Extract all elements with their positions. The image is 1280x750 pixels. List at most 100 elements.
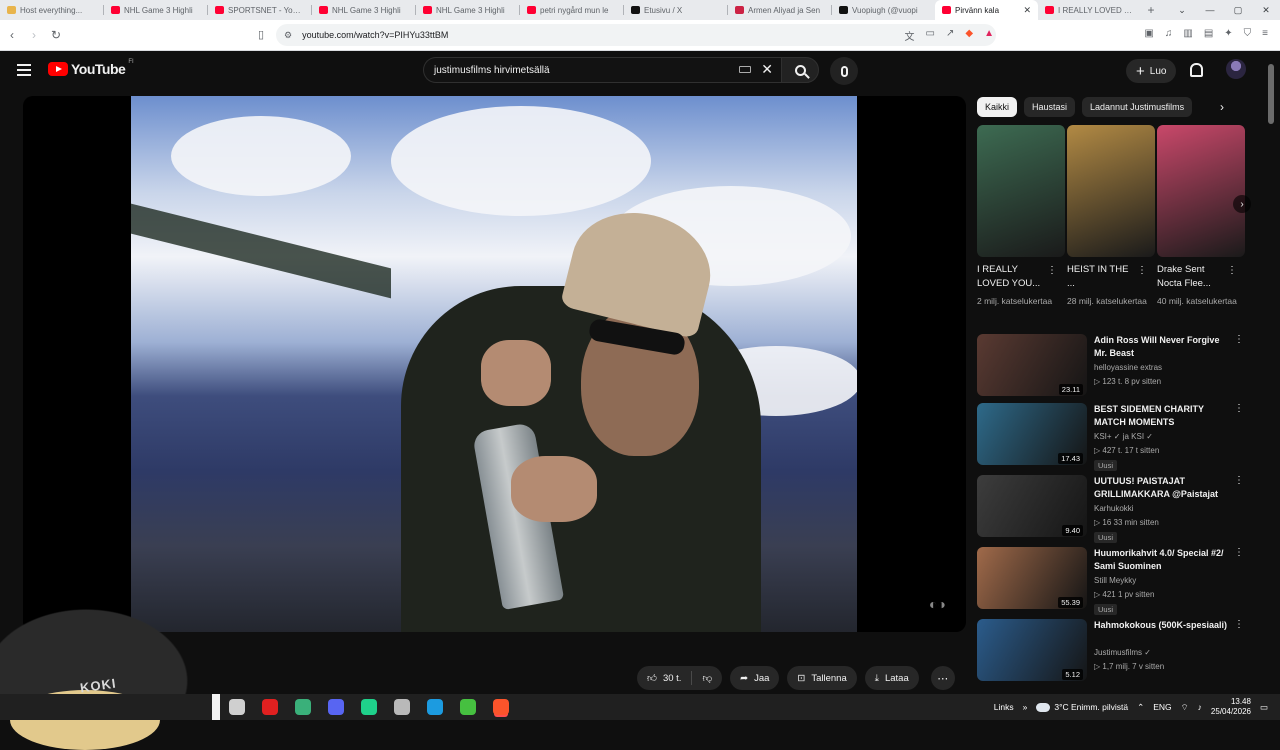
browser-tab[interactable]: NHL Game 3 Highli [416, 0, 519, 20]
network-icon[interactable]: ⌔ [1181, 702, 1189, 713]
shield-icon[interactable] [394, 699, 410, 715]
video-title[interactable]: BEST SIDEMEN CHARITY MATCH MOMENTS [1094, 403, 1229, 429]
recommended-video[interactable]: 23.11 Adin Ross Will Never Forgive Mr. Be… [977, 334, 1257, 398]
more-options-icon[interactable]: ⋮ [1234, 334, 1244, 345]
chip-next-icon[interactable]: › [1220, 100, 1224, 114]
page-scrollbar[interactable] [1268, 60, 1274, 680]
volume-icon[interactable]: ♪ [1198, 702, 1202, 712]
more-options-icon[interactable]: ⋮ [1047, 265, 1057, 276]
close-window-button[interactable]: ✕ [1252, 5, 1280, 16]
scrollbar-thumb[interactable] [1268, 64, 1274, 124]
clock[interactable]: 13.48 25/04/2026 [1211, 697, 1251, 717]
avatar[interactable] [1226, 59, 1246, 79]
recommended-video[interactable]: 5.12 Hahmokokous (500K-spesiaali) Justimus… [977, 619, 1257, 683]
channel-name[interactable]: Justimusfilms ✓ [1094, 648, 1151, 657]
channel-name[interactable]: helloyassine extras [1094, 363, 1162, 372]
back-button[interactable]: ‹ [2, 28, 22, 42]
video-title[interactable]: Huumorikahvit 4.0/ Special #2/ Sami Suom… [1094, 547, 1229, 573]
short-card[interactable]: HEIST IN THE ... 28 milj. katselukertaa ⋮ [1067, 125, 1155, 306]
tab-search-icon[interactable]: ⌄ [1168, 5, 1196, 16]
address-bar[interactable]: ⚙ youtube.com/watch?v=PIHYu33ttBM [276, 24, 996, 46]
short-card[interactable]: I REALLY LOVED YOU... 2 milj. katselukert… [977, 125, 1065, 306]
short-thumbnail[interactable] [977, 125, 1065, 257]
vpn-icon[interactable]: ⛉ [1244, 28, 1252, 39]
menu-icon[interactable]: ≡ [1262, 28, 1268, 39]
new-tab-button[interactable]: + [1141, 3, 1161, 17]
youtube-logo[interactable]: YouTube FI [48, 59, 134, 77]
recommended-video[interactable]: 55.39 Huumorikahvit 4.0/ Special #2/ Sami… [977, 547, 1257, 615]
cast-icon[interactable]: ▭ [926, 28, 935, 43]
browser-tab[interactable]: Pirvänn kala ✕ [935, 0, 1038, 20]
create-button[interactable]: + Luo [1126, 59, 1177, 83]
filter-chip[interactable]: Haustasi [1024, 97, 1076, 117]
search-input[interactable]: justimusfilms hirvimetsällä ✕ [423, 57, 781, 83]
more-options-icon[interactable]: ⋮ [1234, 619, 1244, 630]
bookmark-icon[interactable]: ▯ [258, 28, 264, 41]
brave-shield-icon[interactable]: ◆ [965, 28, 973, 43]
translate-icon[interactable]: 文 [905, 28, 915, 43]
brave-icon[interactable] [493, 699, 509, 715]
more-options-icon[interactable]: ⋮ [1234, 403, 1244, 414]
browser-tab[interactable]: SPORTSNET - YouTu [208, 0, 311, 20]
site-info-icon[interactable]: ⚙ [284, 30, 292, 41]
dislike-button[interactable]: 👎︎ [692, 666, 722, 690]
browser-tab[interactable]: Vuopiugh (@vuopi [832, 0, 935, 20]
clear-search-icon[interactable]: ✕ [761, 61, 773, 78]
edge-icon[interactable] [427, 699, 443, 715]
more-options-icon[interactable]: ⋮ [1137, 265, 1147, 276]
short-card[interactable]: Drake Sent Nocta Flee... 40 milj. katselu… [1157, 125, 1245, 306]
minimize-button[interactable]: — [1196, 5, 1224, 15]
tray-overflow-icon[interactable]: ⌃ [1137, 702, 1144, 713]
short-title[interactable]: I REALLY LOVED YOU... [977, 263, 1047, 291]
notifications-icon[interactable]: ▭ [1260, 702, 1268, 713]
share-button[interactable]: ➦ Jaa [730, 666, 780, 690]
links-toolbar[interactable]: Links [994, 702, 1014, 712]
shorts-next-button[interactable]: › [1233, 195, 1251, 213]
recommended-video[interactable]: 9.40 UUTUUS! PAISTAJAT GRILLIMAKKARA @Pai… [977, 475, 1257, 543]
more-actions-button[interactable]: ⋯ [930, 666, 955, 690]
voice-search-button[interactable] [830, 57, 858, 85]
browser-tab[interactable]: NHL Game 3 Highli [312, 0, 415, 20]
keyboard-icon[interactable] [739, 66, 751, 73]
share-icon[interactable]: ↗ [946, 28, 954, 43]
short-thumbnail[interactable] [1067, 125, 1155, 257]
download-button[interactable]: ⤓ Lataa [864, 666, 919, 690]
reload-button[interactable]: ↻ [46, 28, 66, 42]
browser-tab[interactable]: NHL Game 3 Highli [104, 0, 207, 20]
task-view-icon[interactable] [229, 699, 245, 715]
browser-tab[interactable]: Etusivu / X [624, 0, 727, 20]
short-thumbnail[interactable] [1157, 125, 1245, 257]
browser-tab[interactable]: Armen Aliyad ja Sen [728, 0, 831, 20]
filter-chip[interactable]: Kaikki [977, 97, 1018, 117]
channel-name[interactable]: Karhukokki [1094, 504, 1134, 513]
maximize-button[interactable]: ▢ [1224, 5, 1252, 16]
short-title[interactable]: Drake Sent Nocta Flee... [1157, 263, 1227, 291]
more-options-icon[interactable]: ⋮ [1234, 547, 1244, 558]
notifications-bell-icon[interactable] [1190, 63, 1203, 77]
recommended-video[interactable]: 17.43 BEST SIDEMEN CHARITY MATCH MOMENTS K… [977, 403, 1257, 471]
video-title[interactable]: Adin Ross Will Never Forgive Mr. Beast [1094, 334, 1229, 360]
reading-list-icon[interactable]: ▥ [1183, 28, 1192, 39]
more-options-icon[interactable]: ⋮ [1227, 265, 1237, 276]
language-indicator[interactable]: ENG [1153, 702, 1171, 712]
tab-close-icon[interactable]: ✕ [1023, 5, 1031, 16]
search-button[interactable] [781, 57, 819, 83]
video-player[interactable]: ◐◑ [23, 96, 966, 632]
forward-button[interactable]: › [24, 28, 44, 42]
discord-icon[interactable] [328, 699, 344, 715]
browser-tab[interactable]: Host everything... [0, 0, 103, 20]
browser-tab[interactable]: I REALLY LOVED YO [1038, 0, 1141, 20]
filter-chip[interactable]: Ladannut Justimusfilms [1082, 97, 1193, 117]
like-button[interactable]: 👍︎ 30 t. [637, 666, 691, 690]
channel-name[interactable]: Still Meykky [1094, 576, 1136, 585]
short-title[interactable]: HEIST IN THE ... [1067, 263, 1137, 291]
save-button[interactable]: ⊡ Tallenna [787, 666, 857, 690]
spotify-like-icon[interactable] [361, 699, 377, 715]
rewards-icon[interactable]: ▲ [984, 28, 994, 43]
play-icon[interactable] [460, 699, 476, 715]
browser-tab[interactable]: petri nygård mun le [520, 0, 623, 20]
video-title[interactable]: Hahmokokous (500K-spesiaali) [1094, 619, 1229, 632]
sidebar-toggle-icon[interactable]: ▣ [1144, 28, 1153, 39]
leo-icon[interactable]: ✦ [1224, 28, 1232, 39]
media-icon[interactable]: ♫ [1165, 28, 1173, 39]
